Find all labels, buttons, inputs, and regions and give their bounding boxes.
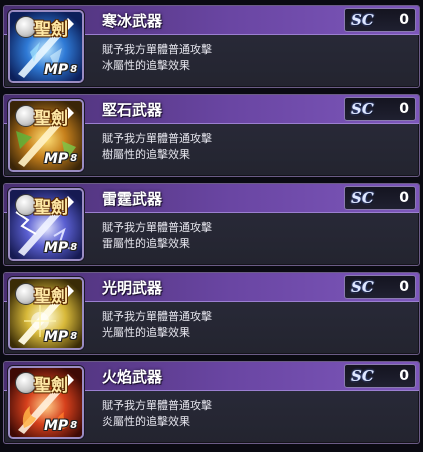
sc-value: 0 <box>399 368 409 384</box>
icon-category-label: 聖劍 <box>34 198 68 218</box>
skill-description: 賦予我方單體普通攻擊 樹屬性的追擊效果 <box>102 131 212 163</box>
skill-card-ice[interactable]: 聖劍 MP 8 寒冰武器 SC 0 賦予我方單體普通攻擊 冰屬性的追擊效果 <box>3 5 420 88</box>
skill-card-earth[interactable]: 聖劍 MP 8 堅石武器 SC 0 賦予我方單體普通攻擊 樹屬性的追擊效果 <box>3 94 420 177</box>
mp-cost: MP 8 <box>44 240 78 256</box>
sc-label: SC <box>351 11 374 29</box>
mp-cost: MP 8 <box>44 62 78 78</box>
desc-line: 賦予我方單體普通攻擊 <box>102 43 212 56</box>
desc-line: 光屬性的追擊效果 <box>102 326 190 339</box>
desc-line: 雷屬性的追擊效果 <box>102 237 190 250</box>
light-sword-icon: 聖劍 MP 8 <box>8 277 84 350</box>
icon-category-label: 聖劍 <box>34 109 68 129</box>
skill-description: 賦予我方單體普通攻擊 炎屬性的追擊效果 <box>102 398 212 430</box>
skill-description: 賦予我方單體普通攻擊 光屬性的追擊效果 <box>102 309 212 341</box>
sc-label: SC <box>351 100 374 118</box>
skill-description: 賦予我方單體普通攻擊 冰屬性的追擊效果 <box>102 42 212 74</box>
skill-title: 光明武器 <box>102 279 163 297</box>
skill-title: 寒冰武器 <box>102 12 163 30</box>
skill-title: 火焰武器 <box>102 368 163 386</box>
desc-line: 賦予我方單體普通攻擊 <box>102 221 212 234</box>
desc-line: 賦予我方單體普通攻擊 <box>102 399 212 412</box>
skill-card-fire[interactable]: 聖劍 MP 8 火焰武器 SC 0 賦予我方單體普通攻擊 炎屬性的追擊效果 <box>3 361 420 444</box>
sc-counter: SC 0 <box>344 97 416 121</box>
sc-value: 0 <box>399 12 409 28</box>
desc-line: 賦予我方單體普通攻擊 <box>102 132 212 145</box>
mp-cost: MP 8 <box>44 329 78 345</box>
icon-category-label: 聖劍 <box>34 376 68 396</box>
ice-sword-icon: 聖劍 MP 8 <box>8 10 84 83</box>
sc-label: SC <box>351 278 374 296</box>
thunder-sword-icon: 聖劍 MP 8 <box>8 188 84 261</box>
sc-counter: SC 0 <box>344 275 416 299</box>
skill-list: 聖劍 MP 8 寒冰武器 SC 0 賦予我方單體普通攻擊 冰屬性的追擊效果 聖劍… <box>0 0 423 452</box>
desc-line: 賦予我方單體普通攻擊 <box>102 310 212 323</box>
mp-cost: MP 8 <box>44 151 78 167</box>
skill-description: 賦予我方單體普通攻擊 雷屬性的追擊效果 <box>102 220 212 252</box>
desc-line: 樹屬性的追擊效果 <box>102 148 190 161</box>
skill-title: 雷霆武器 <box>102 190 163 208</box>
sc-counter: SC 0 <box>344 186 416 210</box>
sc-value: 0 <box>399 190 409 206</box>
sc-label: SC <box>351 367 374 385</box>
icon-category-label: 聖劍 <box>34 20 68 40</box>
desc-line: 炎屬性的追擊效果 <box>102 415 190 428</box>
sc-counter: SC 0 <box>344 8 416 32</box>
skill-title: 堅石武器 <box>102 101 163 119</box>
earth-sword-icon: 聖劍 MP 8 <box>8 99 84 172</box>
desc-line: 冰屬性的追擊效果 <box>102 59 190 72</box>
icon-category-label: 聖劍 <box>34 287 68 307</box>
fire-sword-icon: 聖劍 MP 8 <box>8 366 84 439</box>
sc-value: 0 <box>399 279 409 295</box>
skill-card-light[interactable]: 聖劍 MP 8 光明武器 SC 0 賦予我方單體普通攻擊 光屬性的追擊效果 <box>3 272 420 355</box>
mp-cost: MP 8 <box>44 418 78 434</box>
sc-value: 0 <box>399 101 409 117</box>
sc-counter: SC 0 <box>344 364 416 388</box>
skill-card-thunder[interactable]: 聖劍 MP 8 雷霆武器 SC 0 賦予我方單體普通攻擊 雷屬性的追擊效果 <box>3 183 420 266</box>
sc-label: SC <box>351 189 374 207</box>
